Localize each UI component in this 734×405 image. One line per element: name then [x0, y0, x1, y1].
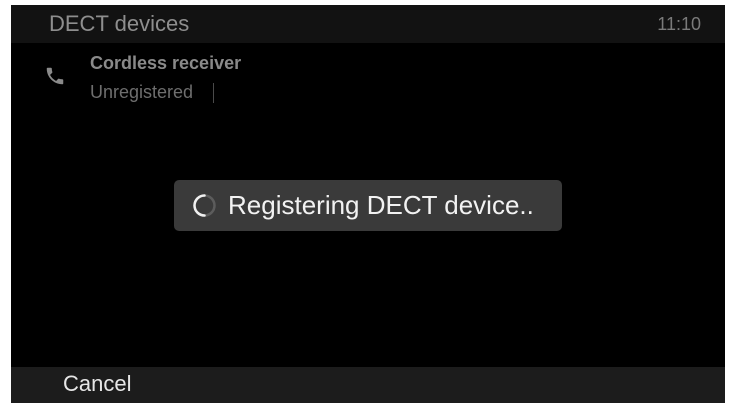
- header-bar: DECT devices 11:10: [11, 5, 725, 43]
- registering-toast: Registering DECT device..: [174, 180, 562, 231]
- spinner-icon: [192, 193, 217, 218]
- toast-message: Registering DECT device..: [228, 190, 534, 220]
- page-title: DECT devices: [49, 11, 190, 36]
- phone-icon: [44, 65, 66, 87]
- device-list-item[interactable]: Cordless receiver Unregistered: [11, 45, 725, 107]
- cancel-button[interactable]: Cancel: [55, 371, 139, 397]
- bottom-action-bar: Cancel: [11, 367, 725, 403]
- text-cursor: [213, 83, 214, 103]
- device-name: Cordless receiver: [90, 53, 242, 73]
- clock: 11:10: [657, 14, 701, 34]
- device-status: Unregistered: [90, 82, 194, 102]
- dect-devices-screen: DECT devices 11:10 Cordless receiver Unr…: [11, 5, 725, 403]
